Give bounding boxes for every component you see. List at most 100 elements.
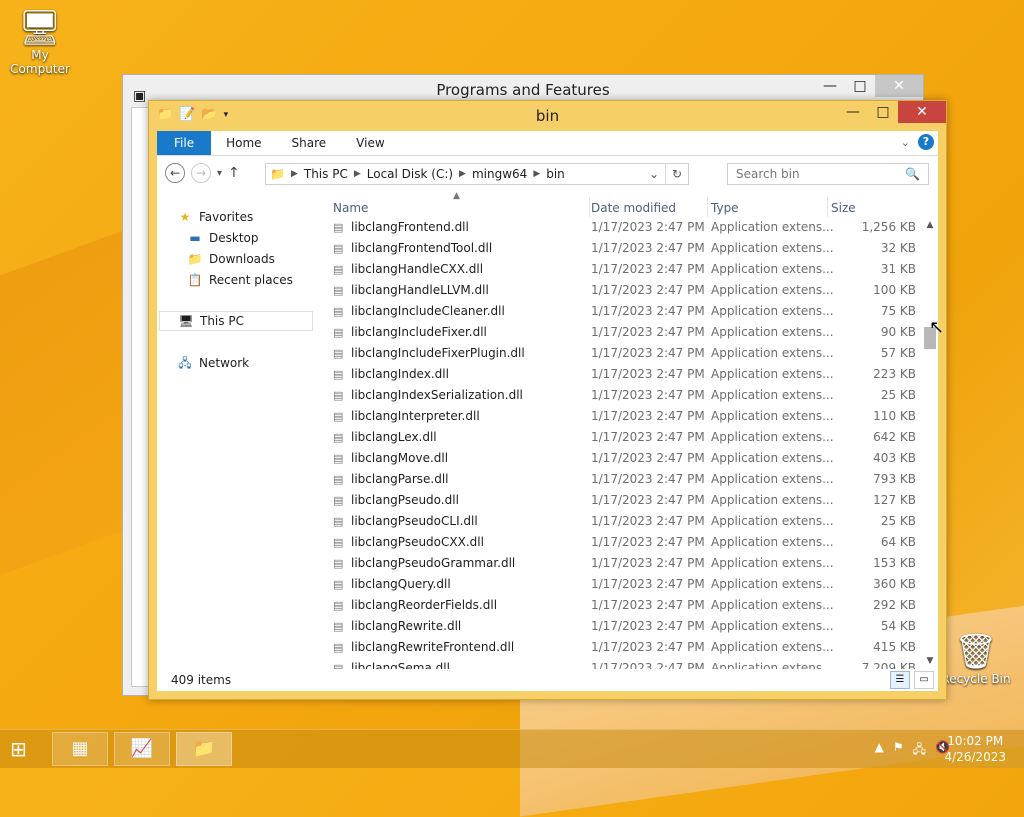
table-row[interactable]: ▤ libclangIndex.dll 1/17/2023 2:47 PM Appli… bbox=[331, 364, 920, 385]
file-date: 1/17/2023 2:47 PM bbox=[591, 304, 705, 318]
maximize-button[interactable]: □ bbox=[868, 101, 898, 123]
column-header-size[interactable]: Size bbox=[829, 197, 901, 217]
table-row[interactable]: ▤ libclangReorderFields.dll 1/17/2023 2:47… bbox=[331, 595, 920, 616]
show-hidden-icons-icon[interactable]: ▲ bbox=[875, 740, 884, 761]
table-row[interactable]: ▤ libclangIndexSerialization.dll 1/17/2023… bbox=[331, 385, 920, 406]
dll-file-icon: ▤ bbox=[333, 578, 344, 591]
taskbar-server-manager[interactable]: ▦ bbox=[52, 732, 108, 766]
tab-file[interactable]: File bbox=[157, 131, 212, 155]
start-button[interactable]: ⊞ bbox=[10, 738, 38, 760]
chevron-right-icon[interactable]: ▶ bbox=[459, 169, 466, 179]
breadcrumb-local-disk[interactable]: Local Disk (C:) bbox=[361, 167, 459, 181]
scroll-down-icon[interactable]: ▼ bbox=[922, 653, 938, 669]
table-row[interactable]: ▤ libclangPseudo.dll 1/17/2023 2:47 PM Appl… bbox=[331, 490, 920, 511]
table-row[interactable]: ▤ libclangRewriteFrontend.dll 1/17/2023 2:… bbox=[331, 637, 920, 658]
up-button[interactable]: ↑ bbox=[228, 165, 240, 181]
tab-share[interactable]: Share bbox=[277, 131, 342, 155]
window-title: bin bbox=[535, 107, 560, 125]
nav-network[interactable]: 🖧 Network bbox=[177, 353, 249, 373]
file-size: 153 KB bbox=[873, 556, 916, 570]
chevron-right-icon[interactable]: ▶ bbox=[533, 169, 540, 179]
address-history-button[interactable]: ⌄ bbox=[643, 164, 665, 184]
computer-icon: 🖥 bbox=[18, 8, 62, 48]
nav-favorites[interactable]: ★ Favorites bbox=[177, 207, 254, 227]
file-name: libclangIncludeFixerPlugin.dll bbox=[351, 346, 525, 360]
close-button[interactable]: ✕ bbox=[875, 75, 923, 97]
scroll-up-icon[interactable]: ▲ bbox=[922, 217, 938, 233]
forward-button[interactable]: → bbox=[191, 163, 211, 183]
search-input[interactable]: Search bin bbox=[736, 167, 800, 181]
tab-view[interactable]: View bbox=[341, 131, 399, 155]
maximize-button[interactable]: □ bbox=[845, 75, 875, 97]
file-name: libclangRewrite.dll bbox=[351, 619, 462, 633]
file-type: Application extens... bbox=[711, 220, 834, 234]
server-manager-icon: ▦ bbox=[71, 738, 89, 759]
network-icon[interactable]: 🖧 bbox=[913, 740, 926, 761]
breadcrumb-mingw64[interactable]: mingw64 bbox=[466, 167, 533, 181]
file-size: 127 KB bbox=[873, 493, 916, 507]
column-header-type[interactable]: Type bbox=[709, 197, 828, 217]
desktop-icon-my-computer[interactable]: 🖥 My Computer bbox=[0, 8, 80, 76]
expand-ribbon-icon[interactable]: ⌄ bbox=[901, 136, 910, 149]
file-size: 403 KB bbox=[873, 451, 916, 465]
file-date: 1/17/2023 2:47 PM bbox=[591, 220, 705, 234]
explorer-window[interactable]: 📁 📝 📂 ▾ bin — □ ✕ File Home Share View ⌄… bbox=[148, 100, 947, 700]
taskbar-file-explorer[interactable]: 📁 bbox=[176, 732, 232, 766]
help-icon[interactable]: ? bbox=[918, 134, 934, 150]
table-row[interactable]: ▤ libclangIncludeFixer.dll 1/17/2023 2:47 … bbox=[331, 322, 920, 343]
table-row[interactable]: ▤ libclangInterpreter.dll 1/17/2023 2:47 P… bbox=[331, 406, 920, 427]
nav-desktop[interactable]: ▬ Desktop bbox=[187, 228, 258, 248]
table-row[interactable]: ▤ libclangHandleLLVM.dll 1/17/2023 2:47 PM… bbox=[331, 280, 920, 301]
table-row[interactable]: ▤ libclangMove.dll 1/17/2023 2:47 PM Applic… bbox=[331, 448, 920, 469]
table-row[interactable]: ▤ libclangQuery.dll 1/17/2023 2:47 PM Appli… bbox=[331, 574, 920, 595]
chevron-right-icon[interactable]: ▶ bbox=[285, 169, 298, 179]
chevron-right-icon[interactable]: ▶ bbox=[354, 169, 361, 179]
clock[interactable]: 10:02 PM 4/26/2023 bbox=[944, 733, 1006, 765]
column-header-date[interactable]: Date modified bbox=[589, 197, 708, 217]
file-name: libclangMove.dll bbox=[351, 451, 449, 465]
action-center-flag-icon[interactable]: ⚑ bbox=[893, 740, 904, 761]
nav-this-pc[interactable]: 🖥 This PC bbox=[159, 311, 313, 331]
table-row[interactable]: ▤ libclangPseudoCLI.dll 1/17/2023 2:47 PM A… bbox=[331, 511, 920, 532]
column-header-name[interactable]: Name bbox=[331, 197, 590, 217]
minimize-button[interactable]: — bbox=[838, 101, 868, 123]
nav-downloads[interactable]: 📁 Downloads bbox=[187, 249, 275, 269]
table-row[interactable]: ▤ libclangRewrite.dll 1/17/2023 2:47 PM App… bbox=[331, 616, 920, 637]
taskbar: ⊞ ▦ 📈 📁 ▲ ⚑ 🖧 🔇 10:02 PM 4/26/2023 bbox=[0, 729, 1024, 768]
address-bar[interactable]: 📁 ▶ This PC ▶ Local Disk (C:) ▶ mingw64 … bbox=[265, 163, 689, 185]
dll-file-icon: ▤ bbox=[333, 473, 344, 486]
file-date: 1/17/2023 2:47 PM bbox=[591, 661, 705, 669]
search-box[interactable]: Search bin 🔍 bbox=[727, 163, 929, 185]
vertical-scrollbar[interactable]: ▲ ▼ bbox=[922, 217, 938, 669]
table-row[interactable]: ▤ libclangParse.dll 1/17/2023 2:47 PM Appli… bbox=[331, 469, 920, 490]
table-row[interactable]: ▤ libclangPseudoGrammar.dll 1/17/2023 2:47… bbox=[331, 553, 920, 574]
back-button[interactable]: ← bbox=[165, 163, 185, 183]
table-row[interactable]: ▤ libclangSema.dll 1/17/2023 2:47 PM Applic… bbox=[331, 658, 920, 669]
details-view-icon[interactable]: ☰ bbox=[890, 671, 910, 689]
recent-locations-button[interactable]: ▾ bbox=[217, 168, 222, 179]
refresh-button[interactable]: ↻ bbox=[665, 164, 688, 184]
table-row[interactable]: ▤ libclangPseudoCXX.dll 1/17/2023 2:47 PM A… bbox=[331, 532, 920, 553]
table-row[interactable]: ▤ libclangIncludeFixerPlugin.dll 1/17/2023… bbox=[331, 343, 920, 364]
taskbar-performance-monitor[interactable]: 📈 bbox=[114, 732, 170, 766]
file-date: 1/17/2023 2:47 PM bbox=[591, 451, 705, 465]
file-name: libclangIndex.dll bbox=[351, 367, 449, 381]
file-size: 1,256 KB bbox=[861, 220, 916, 234]
breadcrumb-this-pc[interactable]: This PC bbox=[298, 167, 354, 181]
tab-home[interactable]: Home bbox=[211, 131, 276, 155]
table-row[interactable]: ▤ libclangFrontendTool.dll 1/17/2023 2:47 … bbox=[331, 238, 920, 259]
desktop-icon-recycle-bin[interactable]: 🗑 Recycle Bin bbox=[936, 632, 1016, 686]
table-row[interactable]: ▤ libclangFrontend.dll 1/17/2023 2:47 PM Ap… bbox=[331, 217, 920, 238]
breadcrumb-bin[interactable]: bin bbox=[540, 167, 571, 181]
minimize-button[interactable]: — bbox=[815, 75, 845, 97]
recent-places-icon: 📋 bbox=[187, 273, 203, 287]
close-button[interactable]: ✕ bbox=[898, 101, 946, 123]
table-row[interactable]: ▤ libclangIncludeCleaner.dll 1/17/2023 2:4… bbox=[331, 301, 920, 322]
table-row[interactable]: ▤ libclangLex.dll 1/17/2023 2:47 PM Applica… bbox=[331, 427, 920, 448]
large-icons-view-icon[interactable]: ▭ bbox=[914, 671, 934, 689]
file-rows: ▤ libclangFrontend.dll 1/17/2023 2:47 PM Ap… bbox=[331, 217, 920, 669]
nav-recent-places[interactable]: 📋 Recent places bbox=[187, 270, 293, 290]
dll-file-icon: ▤ bbox=[333, 494, 344, 507]
table-row[interactable]: ▤ libclangHandleCXX.dll 1/17/2023 2:47 PM A… bbox=[331, 259, 920, 280]
search-icon[interactable]: 🔍 bbox=[905, 167, 920, 181]
